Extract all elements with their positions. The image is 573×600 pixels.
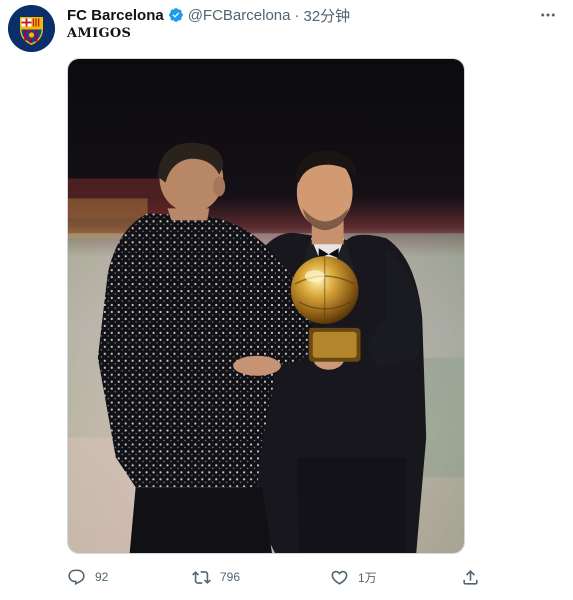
reply-button[interactable]: 92: [67, 566, 108, 588]
heart-icon: [331, 570, 348, 585]
award-ceremony-photo: [68, 59, 464, 553]
share-icon: [463, 569, 478, 585]
retweet-count: 796: [220, 570, 241, 584]
tweet-text: AMIGOS: [67, 26, 132, 41]
tweet-actions: 92 796 1万: [0, 566, 573, 590]
like-button[interactable]: 1万: [330, 566, 377, 588]
retweet-button[interactable]: 796: [192, 566, 240, 588]
like-count: 1万: [358, 570, 377, 585]
more-dots-icon: [541, 13, 555, 17]
display-name[interactable]: FC Barcelona: [67, 7, 164, 24]
verified-badge-icon: [168, 7, 184, 23]
retweet-icon: [192, 570, 211, 584]
tweet-header: FC Barcelona @FCBarcelona · 32分钟: [67, 5, 350, 25]
share-button[interactable]: [461, 566, 480, 588]
fc-barcelona-crest-icon: [8, 5, 55, 52]
separator-dot: ·: [294, 6, 300, 24]
user-handle[interactable]: @FCBarcelona: [188, 7, 291, 24]
tweet-timestamp[interactable]: 32分钟: [303, 5, 350, 26]
reply-icon: [68, 569, 85, 585]
avatar[interactable]: [8, 5, 55, 52]
tweet: FC Barcelona @FCBarcelona · 32分钟 AMIGOS: [0, 0, 573, 600]
more-options-button[interactable]: [538, 6, 558, 24]
tweet-photo[interactable]: [67, 58, 465, 554]
reply-count: 92: [95, 570, 109, 584]
